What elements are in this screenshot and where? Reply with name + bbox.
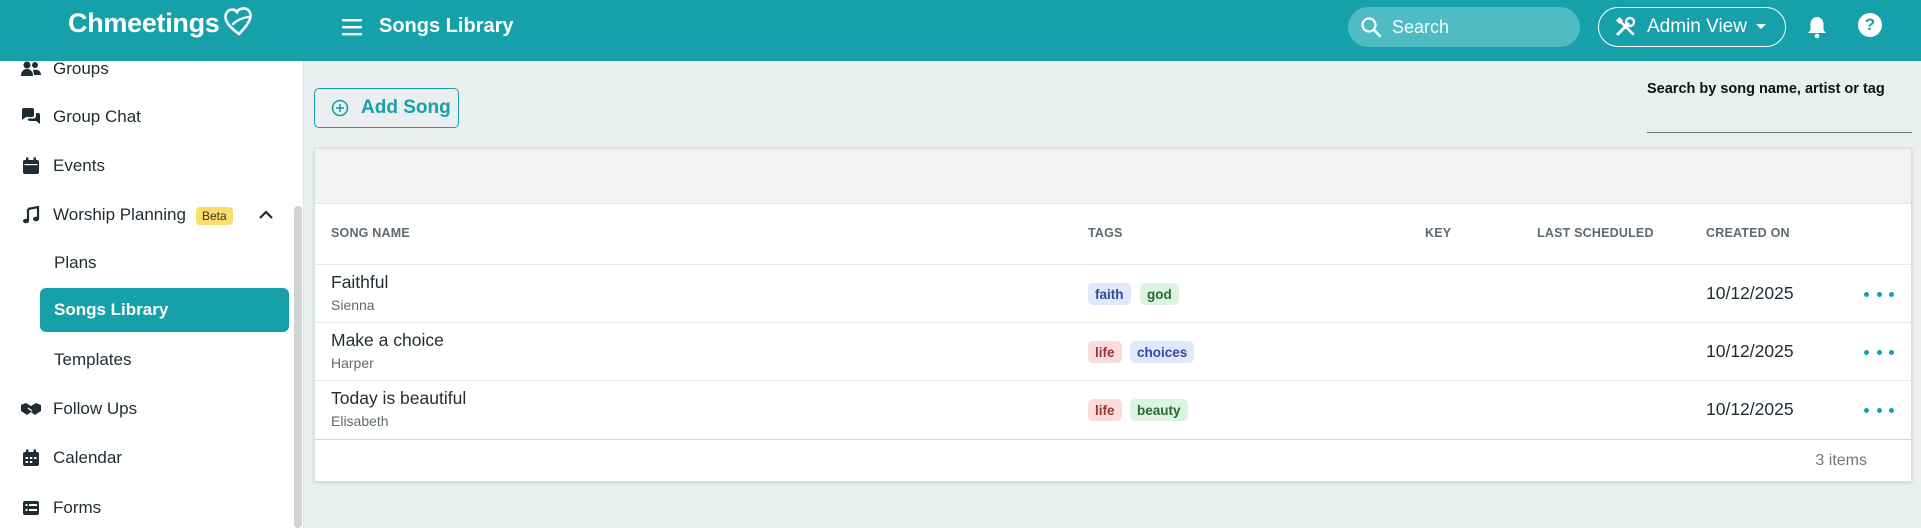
song-name[interactable]: Today is beautiful [331,388,466,409]
song-name[interactable]: Make a choice [331,330,444,351]
admin-view-label: Admin View [1647,16,1747,37]
created-on-value: 10/12/2025 [1706,399,1794,419]
handshake-icon [20,399,42,419]
sidebar-scrollbar[interactable] [294,206,302,528]
tag-badge: life [1088,341,1122,363]
sidebar-item-label: Worship Planning [53,205,186,224]
sidebar-item-label: Groups [53,61,109,78]
notifications-bell-icon[interactable] [1806,15,1828,44]
column-header-created-on[interactable]: CREATED ON [1706,226,1790,240]
tag-badge: faith [1088,283,1131,305]
songs-table: SONG NAME TAGS KEY LAST SCHEDULED CREATE… [314,148,1912,482]
sidebar-item-follow-ups[interactable]: Follow Ups [0,389,296,429]
admin-view-button[interactable]: Admin View [1598,7,1786,47]
table-footer-divider [315,439,1911,440]
sidebar-subitem-plans[interactable]: Plans [40,241,289,285]
app-logo[interactable]: Chmeetings [68,6,256,39]
sidebar-subitem-label: Templates [54,350,132,369]
logo-heart-icon [223,6,252,36]
song-search-input[interactable] [1647,104,1912,130]
sidebar-subitem-label: Plans [54,253,97,272]
chevron-up-icon[interactable] [258,210,274,220]
top-bar: Chmeetings Songs Library Search Admin Vi… [0,0,1921,61]
table-row[interactable]: Today is beautiful Elisabeth life beauty… [315,380,1911,438]
tag-badge: life [1088,399,1122,421]
sidebar-item-label-wrap: Worship Planning Beta [53,205,233,225]
table-row[interactable]: Faithful Sienna faith god 10/12/2025 [315,264,1911,322]
sidebar-subitem-label: Songs Library [54,300,169,319]
music-note-icon [20,205,42,225]
tools-icon [1615,16,1636,36]
more-options-icon[interactable] [1864,343,1894,361]
page-title: Songs Library [379,15,514,37]
plus-circle-icon [331,99,349,117]
sidebar-item-events[interactable]: Events [0,146,296,186]
sidebar-item-group-chat[interactable]: Group Chat [0,97,296,137]
global-search-input[interactable]: Search [1348,7,1580,47]
add-song-button[interactable]: Add Song [314,88,459,128]
sidebar-item-label: Events [53,156,105,175]
song-name[interactable]: Faithful [331,272,388,293]
sidebar-item-worship-planning[interactable]: Worship Planning Beta [0,195,296,235]
items-count: 3 items [1815,452,1867,469]
sidebar-item-label: Group Chat [53,107,141,126]
table-toolbar-area [315,149,1911,204]
chat-icon [20,107,42,127]
calendar-icon [20,156,42,176]
column-header-song-name[interactable]: SONG NAME [331,226,410,240]
sidebar-subitem-templates[interactable]: Templates [40,338,289,382]
table-row[interactable]: Make a choice Harper life choices 10/12/… [315,322,1911,380]
song-artist: Sienna [331,297,375,313]
search-placeholder: Search [1392,16,1450,37]
tag-badge: beauty [1130,399,1188,421]
song-search-underline [1647,132,1912,133]
menu-icon[interactable] [340,15,364,39]
sidebar-subitem-songs-library[interactable]: Songs Library [40,288,289,332]
sidebar: Groups Group Chat Events Worship Plannin… [0,61,304,528]
song-search-label: Search by song name, artist or tag [1647,81,1885,97]
sidebar-item-forms[interactable]: Forms [0,488,296,528]
song-artist: Elisabeth [331,413,389,429]
column-header-tags[interactable]: TAGS [1088,226,1123,240]
add-song-label: Add Song [361,97,451,118]
caret-down-icon [1755,24,1766,29]
sidebar-item-groups[interactable]: Groups [0,61,296,89]
column-header-last-scheduled[interactable]: LAST SCHEDULED [1537,226,1654,240]
beta-badge: Beta [195,207,233,225]
search-icon [1361,17,1382,38]
more-options-icon[interactable] [1864,401,1894,419]
sidebar-item-label: Forms [53,498,102,517]
logo-text: Chmeetings [68,8,220,38]
tag-badge: choices [1130,341,1195,363]
created-on-value: 10/12/2025 [1706,341,1794,361]
sidebar-item-label: Calendar [53,448,122,467]
tag-badge: god [1140,283,1179,305]
forms-icon [20,498,42,518]
sidebar-item-calendar[interactable]: Calendar [0,438,296,478]
groups-icon [20,61,42,79]
sidebar-item-label: Follow Ups [53,399,138,418]
created-on-value: 10/12/2025 [1706,283,1794,303]
column-header-key[interactable]: KEY [1425,226,1451,240]
help-icon[interactable]: ? [1858,13,1882,37]
calendar-grid-icon [20,448,42,468]
song-artist: Harper [331,355,374,371]
more-options-icon[interactable] [1864,285,1894,303]
